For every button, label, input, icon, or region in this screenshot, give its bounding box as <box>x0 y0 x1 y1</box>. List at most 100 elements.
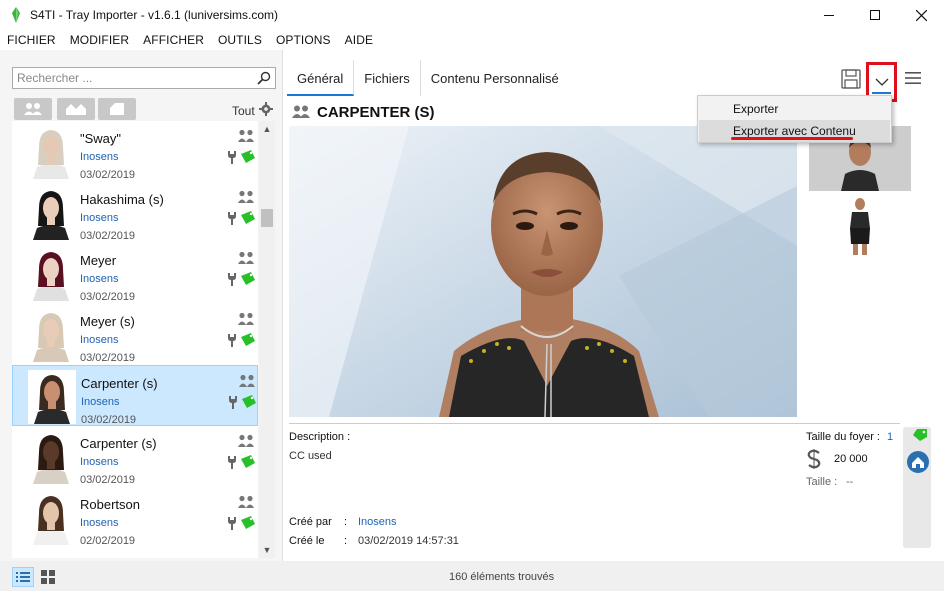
highlight-underline <box>731 137 853 140</box>
sim-creator-link[interactable]: Inosens <box>81 396 120 408</box>
sim-creator-link[interactable]: Inosens <box>80 273 119 285</box>
avatar <box>28 370 76 424</box>
app-logo-icon <box>12 7 20 23</box>
sim-creator-link[interactable]: Inosens <box>80 456 119 468</box>
tools-tag-icon <box>228 333 255 347</box>
menu-bar: FICHIER MODIFIER AFFICHER OUTILS OPTIONS… <box>0 30 944 50</box>
side-action-strip <box>903 427 931 548</box>
sim-list-item[interactable]: Robertson Inosens 02/02/2019 <box>12 487 258 548</box>
list-view-icon <box>16 572 30 582</box>
sim-list-item[interactable]: "Sway" Inosens 03/02/2019 <box>12 121 258 182</box>
detail-title: CARPENTER (S) <box>317 103 435 121</box>
grid-view-icon <box>41 570 55 584</box>
export-menu-item[interactable]: Exporter <box>699 98 890 120</box>
sim-name: Hakashima (s) <box>80 192 164 207</box>
sim-list-item[interactable]: Carpenter (s) Inosens 03/02/2019 <box>12 365 258 426</box>
save-icon[interactable] <box>840 68 862 90</box>
filter-rooms-button[interactable] <box>98 98 136 120</box>
maximize-button[interactable] <box>852 0 898 30</box>
sim-preview-image <box>289 126 797 417</box>
close-button[interactable] <box>898 0 944 30</box>
sim-portrait <box>289 126 797 417</box>
household-icon[interactable] <box>906 450 930 474</box>
scroll-up-icon[interactable]: ▲ <box>259 121 275 137</box>
houses-icon <box>66 104 86 115</box>
avatar <box>27 430 75 484</box>
maximize-icon <box>870 10 880 20</box>
menu-fichier[interactable]: FICHIER <box>7 33 56 47</box>
sim-list-item[interactable]: Meyer (s) Inosens 03/02/2019 <box>12 304 258 365</box>
filter-lots-button[interactable] <box>57 98 95 120</box>
household-funds: 20 000 <box>834 453 868 465</box>
size-label: Taille : <box>806 476 838 488</box>
export-menu: Exporter Exporter avec Contenu <box>697 95 892 143</box>
created-by-label: Créé par <box>289 516 332 528</box>
people-icon <box>238 251 254 264</box>
tools-tag-icon <box>228 150 255 164</box>
hamburger-menu-icon[interactable] <box>905 70 921 86</box>
minimize-button[interactable] <box>806 0 852 30</box>
sim-date: 03/02/2019 <box>80 352 136 364</box>
menu-outils[interactable]: OUTILS <box>218 33 262 47</box>
chevron-down-icon <box>875 78 888 86</box>
simoleon-icon <box>807 449 821 469</box>
avatar <box>27 125 75 179</box>
filter-all-label[interactable]: Tout <box>232 104 255 118</box>
sim-date: 03/02/2019 <box>81 414 137 426</box>
sim-list: "Sway" Inosens 03/02/2019 Hakashima (s) Inos… <box>12 121 258 558</box>
sim-list-scrollbar[interactable]: ▲ ▼ <box>259 121 275 558</box>
scroll-down-icon[interactable]: ▼ <box>259 542 275 558</box>
created-by-link[interactable]: Inosens <box>358 516 397 528</box>
tab-general[interactable]: Général <box>287 60 355 96</box>
created-on-value: 03/02/2019 14:57:31 <box>358 535 459 547</box>
tools-tag-icon <box>228 211 255 225</box>
people-icon <box>238 129 254 142</box>
detail-tabs: Général Fichiers Contenu Personnalisé <box>287 60 569 96</box>
people-icon <box>238 312 254 325</box>
created-by-separator: : <box>344 516 348 528</box>
room-icon <box>110 103 124 115</box>
search-box <box>12 67 276 89</box>
list-view-button[interactable] <box>12 567 34 587</box>
sim-name: "Sway" <box>80 131 122 146</box>
sim-list-item[interactable]: Carpenter (s) Inosens 03/02/2019 <box>12 426 258 487</box>
sim-date: 03/02/2019 <box>80 230 136 242</box>
sim-creator-link[interactable]: Inosens <box>80 517 119 529</box>
gear-icon[interactable] <box>259 102 273 116</box>
sim-creator-link[interactable]: Inosens <box>80 334 119 346</box>
sim-list-item[interactable]: Hakashima (s) Inosens 03/02/2019 <box>12 182 258 243</box>
created-on-label: Créé le <box>289 535 325 547</box>
search-icon[interactable] <box>257 71 271 85</box>
created-on-separator: : <box>344 535 348 547</box>
sim-creator-link[interactable]: Inosens <box>80 151 119 163</box>
menu-modifier[interactable]: MODIFIER <box>70 33 129 47</box>
tab-custom-content[interactable]: Contenu Personnalisé <box>421 60 569 96</box>
sim-creator-link[interactable]: Inosens <box>80 212 119 224</box>
avatar <box>27 308 75 362</box>
sim-date: 03/02/2019 <box>80 474 136 486</box>
tools-tag-icon <box>228 516 255 530</box>
sim-thumbnail-2[interactable] <box>842 196 878 256</box>
people-icon <box>292 105 310 118</box>
sim-name: Carpenter (s) <box>81 376 158 391</box>
menu-aide[interactable]: AIDE <box>345 33 373 47</box>
people-icon <box>24 103 42 115</box>
tab-files[interactable]: Fichiers <box>354 60 421 96</box>
close-icon <box>915 9 927 21</box>
household-size-label: Taille du foyer : <box>806 431 880 443</box>
sim-fullbody-image <box>842 196 878 256</box>
grid-view-button[interactable] <box>38 567 58 587</box>
scroll-thumb[interactable] <box>261 209 273 227</box>
title-bar: S4TI - Tray Importer - v1.6.1 (luniversi… <box>0 0 944 30</box>
description-label: Description : <box>289 431 351 443</box>
search-input[interactable] <box>13 68 249 88</box>
active-underline <box>872 92 891 94</box>
minimize-icon <box>824 14 834 16</box>
sim-list-item[interactable]: Meyer Inosens 03/02/2019 <box>12 243 258 304</box>
menu-afficher[interactable]: AFFICHER <box>143 33 204 47</box>
size-value: -- <box>846 476 854 488</box>
people-icon <box>239 374 255 387</box>
filter-sims-button[interactable] <box>14 98 52 120</box>
people-icon <box>238 434 254 447</box>
menu-options[interactable]: OPTIONS <box>276 33 331 47</box>
